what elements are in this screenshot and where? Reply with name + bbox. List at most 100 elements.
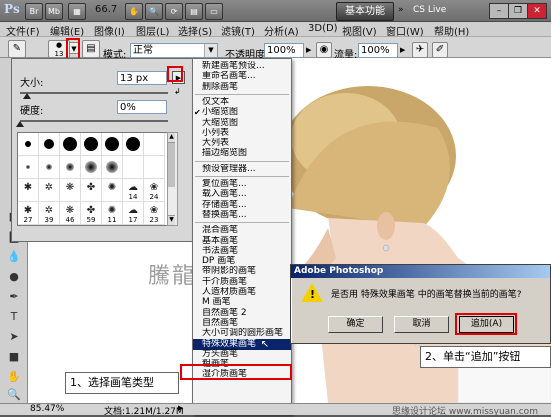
brush-thumbnail[interactable]: ❀ 23 — [144, 202, 165, 225]
scroll-down-icon[interactable]: ▼ — [168, 215, 175, 225]
cs-live-button[interactable]: CS Live — [413, 5, 446, 15]
brush-thumbnail[interactable] — [81, 156, 102, 179]
brush-thumbnail[interactable]: ❀ 24 — [144, 179, 165, 202]
restore-icon[interactable]: ❐ — [508, 3, 528, 19]
brush-thumbnail[interactable] — [144, 156, 165, 179]
brush-thumbnail[interactable]: ✤ — [81, 179, 102, 202]
brush-thumbnail[interactable]: ✤ 59 — [81, 202, 102, 225]
arrange-documents-icon[interactable]: ▤ — [185, 3, 203, 20]
brush-thumbnail[interactable] — [123, 156, 144, 179]
brush-size-label: 39 — [44, 216, 54, 224]
close-icon[interactable]: ✕ — [527, 3, 547, 19]
flow-input[interactable]: 100% — [358, 43, 398, 58]
hand-tool-icon[interactable]: ✋ — [5, 368, 23, 386]
shape-tool-icon[interactable]: ■ — [5, 348, 23, 366]
size-input[interactable]: 13 px — [117, 71, 167, 85]
hardness-slider-thumb[interactable] — [16, 121, 24, 127]
brush-thumbnail[interactable]: ✱ — [18, 179, 39, 202]
pen-tool-icon[interactable]: ✒ — [5, 288, 23, 306]
reset-size-icon[interactable]: ↲ — [174, 87, 181, 96]
bridge-icon[interactable]: Br — [25, 3, 43, 20]
menu-select[interactable]: 选择(S) — [178, 23, 212, 38]
scroll-thumb[interactable] — [168, 143, 175, 187]
brush-thumbnail[interactable] — [144, 133, 165, 156]
menu-item[interactable]: 描边缩览图 — [193, 148, 291, 159]
menu-view[interactable]: 视图(V) — [342, 23, 377, 38]
brush-tip-shape-icon: ❀ — [149, 205, 159, 216]
brush-thumbnail[interactable]: ☁ 17 — [123, 202, 144, 225]
menu-window[interactable]: 窗口(W) — [386, 23, 424, 38]
opacity-input[interactable]: 100% — [264, 43, 304, 58]
brush-thumbnail[interactable] — [123, 133, 144, 156]
blur-tool-icon[interactable]: 💧 — [5, 248, 23, 266]
view-extras-icon[interactable]: ▦ — [68, 3, 86, 20]
brush-size-label: 24 — [149, 193, 159, 201]
flow-dropdown-arrow[interactable]: ▶ — [400, 46, 405, 54]
brush-thumbnail[interactable] — [60, 133, 81, 156]
pressure-size-icon[interactable]: ✐ — [432, 42, 448, 58]
brush-panel-toggle-icon[interactable]: ▤ — [82, 40, 100, 58]
size-slider-thumb[interactable] — [23, 93, 32, 99]
brush-thumbnail[interactable] — [39, 133, 60, 156]
type-tool-icon[interactable]: T — [5, 308, 23, 326]
menu-item-label: 干介质画笔 — [202, 276, 248, 287]
status-zoom[interactable]: 85.47% — [30, 404, 64, 414]
menu-item[interactable]: 替换画笔... — [193, 210, 291, 221]
opacity-dropdown-arrow[interactable]: ▶ — [306, 46, 311, 54]
brush-size-label: 27 — [23, 216, 33, 224]
mode-select[interactable]: 正常 ▼ — [130, 43, 218, 58]
brush-thumbnail[interactable] — [60, 156, 81, 179]
scroll-up-icon[interactable]: ▲ — [168, 133, 175, 143]
ok-button[interactable]: 确定 — [328, 316, 383, 333]
brush-thumbnail[interactable] — [18, 133, 39, 156]
brush-thumbnail[interactable]: ✲ — [39, 179, 60, 202]
menu-help[interactable]: 帮助(H) — [434, 23, 469, 38]
minimize-icon[interactable]: – — [489, 3, 509, 19]
zoom-level[interactable]: 66.7 — [95, 4, 117, 15]
status-menu-arrow-icon[interactable]: ▶ — [178, 404, 183, 412]
rotate-view-icon[interactable]: ⟳ — [165, 3, 183, 20]
hardness-slider-track[interactable] — [20, 120, 168, 122]
zoom-tool-icon[interactable]: 🔍 — [145, 3, 163, 20]
menu-item-label: 替换画笔... — [202, 209, 247, 220]
brush-grid-scrollbar[interactable]: ▲ ▼ — [167, 132, 178, 226]
brush-thumbnail[interactable] — [102, 133, 123, 156]
menu-3d[interactable]: 3D(D) — [308, 23, 338, 34]
mini-bridge-icon[interactable]: Mb — [45, 3, 63, 20]
airbrush-icon[interactable]: ✈ — [412, 42, 428, 58]
brush-thumbnail[interactable] — [39, 156, 60, 179]
brush-thumbnail[interactable]: ✺ — [102, 179, 123, 202]
dodge-tool-icon[interactable]: ● — [5, 268, 23, 286]
brush-thumbnail[interactable] — [102, 156, 123, 179]
brush-thumbnail[interactable]: ✲ 39 — [39, 202, 60, 225]
brush-tool-icon[interactable]: ✎ — [8, 40, 26, 58]
zoom-tool-icon[interactable]: 🔍 — [5, 386, 23, 404]
brush-size-small: 13 — [54, 50, 64, 58]
cancel-button[interactable]: 取消 — [394, 316, 449, 333]
brush-thumbnail[interactable]: ❋ 46 — [60, 202, 81, 225]
menu-item[interactable]: 预设管理器... — [193, 164, 291, 175]
brush-thumbnail[interactable]: ❋ — [60, 179, 81, 202]
menu-edit[interactable]: 编辑(E) — [50, 23, 84, 38]
menu-filter[interactable]: 滤镜(T) — [221, 23, 255, 38]
status-document-size[interactable]: 文档:1.21M/1.27M — [104, 404, 184, 417]
menu-image[interactable]: 图像(I) — [94, 23, 125, 38]
path-selection-tool-icon[interactable]: ➤ — [5, 328, 23, 346]
menu-item[interactable]: 删除画笔 — [193, 82, 291, 93]
size-slider-track[interactable] — [20, 92, 168, 94]
brush-thumbnail[interactable]: ✺ 11 — [102, 202, 123, 225]
menu-analysis[interactable]: 分析(A) — [264, 23, 299, 38]
workspace-switcher-button[interactable]: 基本功能 — [336, 2, 394, 21]
pressure-opacity-icon[interactable]: ◉ — [316, 42, 332, 58]
menu-layer[interactable]: 图层(L) — [136, 23, 169, 38]
hand-tool-icon[interactable]: ✋ — [125, 3, 143, 20]
workspace-more-icon[interactable]: » — [398, 5, 404, 15]
brush-thumbnail[interactable]: ☁ 14 — [123, 179, 144, 202]
brush-thumbnail[interactable] — [81, 133, 102, 156]
menu-file[interactable]: 文件(F) — [6, 23, 40, 38]
screen-mode-icon[interactable]: ▭ — [205, 3, 223, 20]
menu-item-label: 特殊效果画笔 — [202, 338, 257, 349]
brush-thumbnail[interactable]: ✱ 27 — [18, 202, 39, 225]
brush-thumbnail[interactable] — [18, 156, 39, 179]
hardness-input[interactable]: 0% — [117, 100, 167, 114]
